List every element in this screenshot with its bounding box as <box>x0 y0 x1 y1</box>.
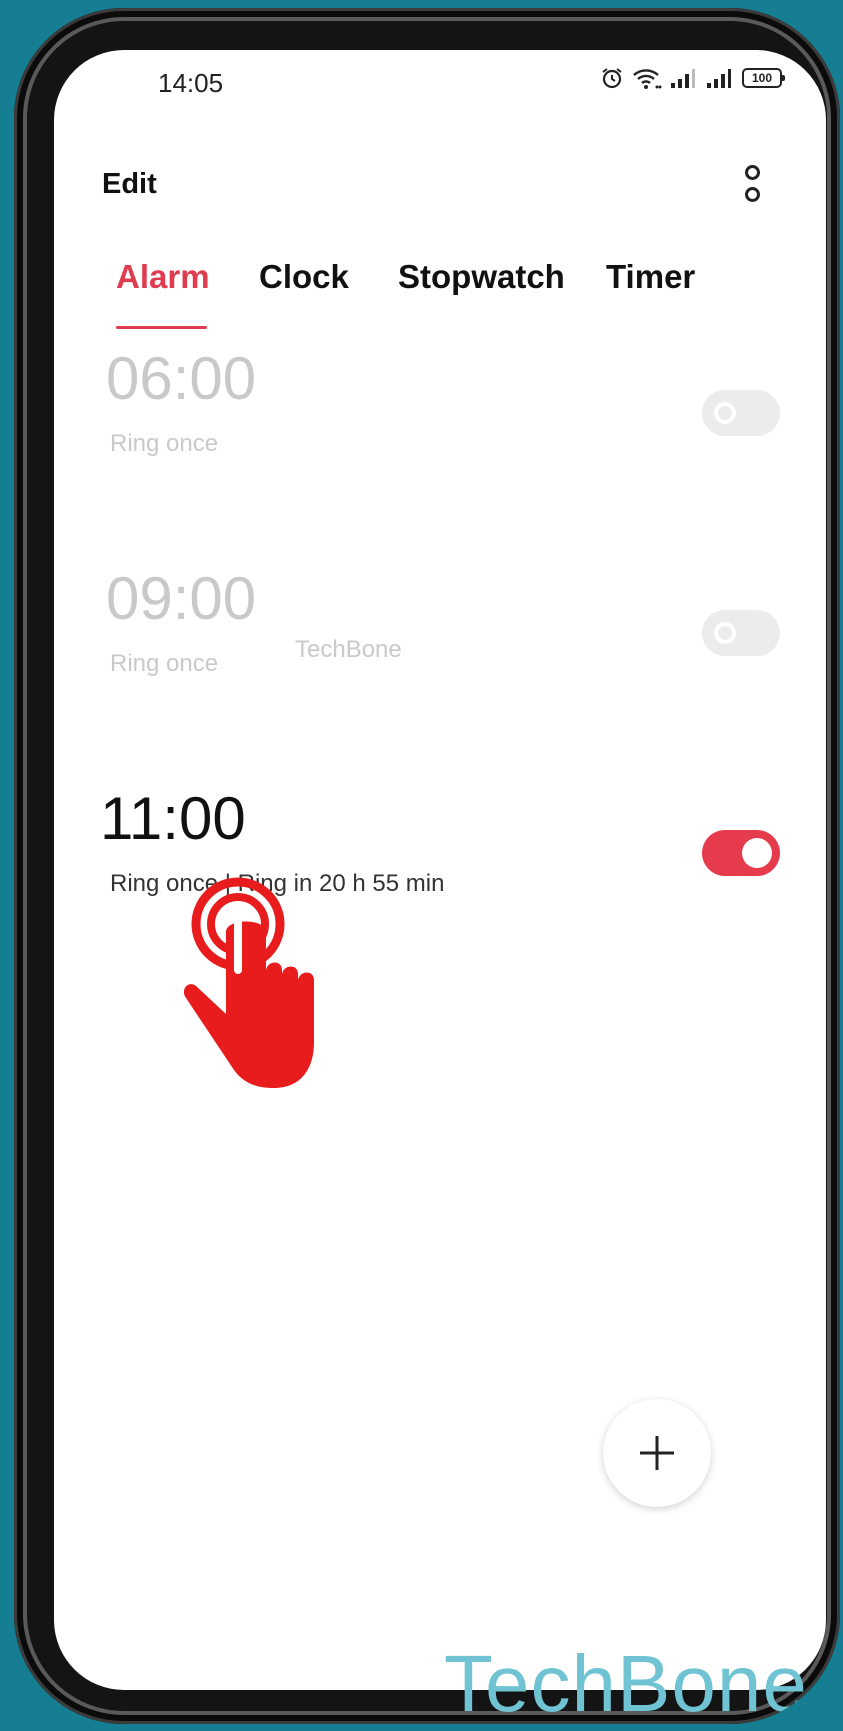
more-options-icon[interactable] <box>732 156 772 210</box>
add-alarm-button[interactable] <box>603 1399 711 1507</box>
wifi-icon <box>633 69 662 89</box>
edit-button[interactable]: Edit <box>102 168 157 201</box>
more-dot <box>744 164 760 180</box>
status-time: 14:05 <box>158 68 224 98</box>
alarm-repeat: Ring once <box>110 650 219 677</box>
plus-icon <box>640 1436 674 1470</box>
signal-icon-2 <box>707 69 731 88</box>
alarm-time: 11:00 <box>100 785 246 852</box>
alarm-toggle[interactable] <box>702 830 780 876</box>
tab-timer[interactable]: Timer <box>606 258 695 296</box>
alarm-clock-icon <box>602 68 622 89</box>
phone-frame: 14:05 100 Edit Alarm Clock Stopwatch Tim… <box>14 8 840 1724</box>
alarm-time: 06:00 <box>106 345 257 412</box>
tab-stopwatch[interactable]: Stopwatch <box>398 258 565 296</box>
alarm-label: TechBone <box>295 636 402 663</box>
alarm-repeat: Ring once <box>110 430 219 457</box>
active-tab-indicator <box>116 326 207 329</box>
more-dot <box>744 186 760 202</box>
alarm-time: 09:00 <box>106 565 257 632</box>
tap-gesture-icon <box>183 877 314 1088</box>
toggle-knob <box>742 838 772 868</box>
watermark: TechBone <box>444 1639 808 1724</box>
alarm-toggle[interactable] <box>702 610 780 656</box>
phone-screen: 14:05 100 Edit Alarm Clock Stopwatch Tim… <box>54 50 826 1690</box>
toggle-knob <box>714 622 736 644</box>
status-icons: 100 <box>600 66 785 90</box>
alarm-toggle[interactable] <box>702 390 780 436</box>
tab-alarm[interactable]: Alarm <box>116 258 210 296</box>
signal-icon <box>671 69 695 88</box>
tab-clock[interactable]: Clock <box>259 258 349 296</box>
toggle-knob <box>714 402 736 424</box>
battery-icon: 100 <box>742 68 785 88</box>
